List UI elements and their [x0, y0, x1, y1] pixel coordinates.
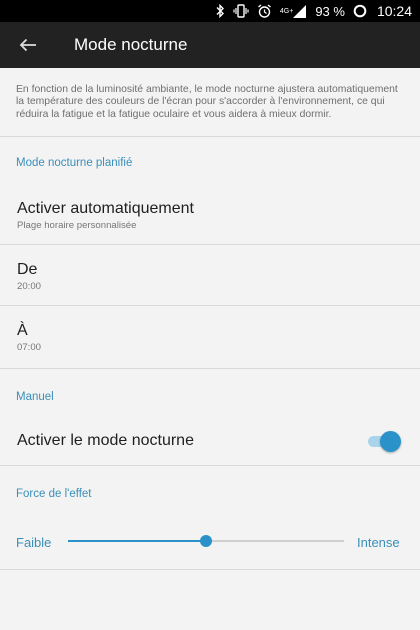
slider-fill	[68, 540, 206, 542]
section-header-manual: Manuel	[16, 391, 54, 403]
arrow-back-icon	[19, 38, 36, 52]
divider	[0, 368, 420, 369]
battery-icon	[353, 4, 367, 18]
description-text: En fonction de la luminosité ambiante, l…	[16, 84, 398, 120]
setting-auto-activate-title: Activer automatiquement	[17, 200, 194, 217]
vibrate-icon	[233, 4, 249, 18]
setting-from-title: De	[17, 261, 38, 278]
setting-from-value: 20:00	[17, 281, 42, 292]
divider	[0, 244, 420, 245]
network-type: 4G+	[279, 7, 294, 15]
signal-icon: 4G+	[279, 4, 307, 18]
divider	[0, 569, 420, 570]
app-bar: Mode nocturne	[0, 22, 420, 68]
section-header-scheduled: Mode nocturne planifié	[16, 157, 133, 169]
divider	[0, 136, 420, 137]
clock: 10:24	[376, 3, 412, 19]
setting-to-value: 07:00	[17, 342, 42, 353]
section-header-strength: Force de l'effet	[16, 488, 92, 500]
bluetooth-icon	[215, 4, 225, 18]
battery-percent: 93 %	[315, 3, 345, 19]
status-bar: 4G+ 93 % 10:24	[0, 0, 420, 22]
effect-strength-slider[interactable]	[68, 531, 344, 551]
slider-thumb[interactable]	[200, 535, 212, 547]
setting-to-title: À	[17, 322, 28, 339]
alarm-icon	[257, 4, 272, 18]
night-mode-switch[interactable]	[366, 431, 402, 452]
slider-max-label: Intense	[357, 535, 400, 550]
divider	[0, 465, 420, 466]
slider-min-label: Faible	[16, 535, 52, 550]
page-title: Mode nocturne	[74, 35, 188, 54]
divider	[0, 305, 420, 306]
setting-auto-activate-subtitle: Plage horaire personnalisée	[17, 220, 137, 231]
setting-night-mode-label: Activer le mode nocturne	[17, 432, 194, 449]
back-button[interactable]	[0, 22, 56, 68]
switch-thumb	[380, 431, 401, 452]
